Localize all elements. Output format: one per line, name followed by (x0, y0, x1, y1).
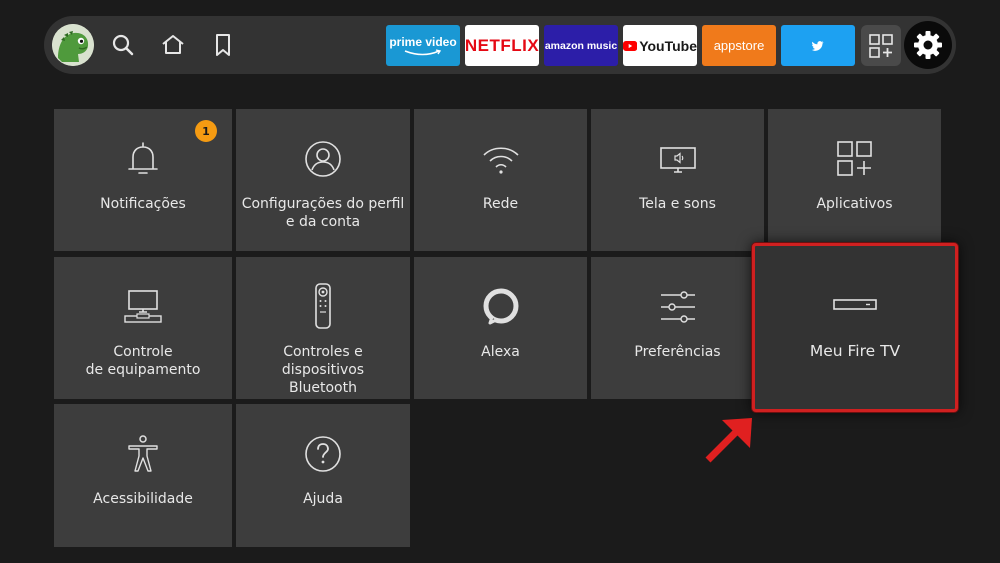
gear-icon (914, 31, 942, 59)
youtube-play-icon (623, 40, 638, 51)
tile-label: Tela e sons (639, 196, 716, 212)
netflix-logo: NETFLIX (465, 35, 539, 55)
prime-video-app[interactable]: prime video (386, 25, 460, 66)
tile-label: Rede (482, 196, 519, 212)
home-icon[interactable] (160, 32, 186, 58)
amazon-music-app[interactable]: amazon music (544, 25, 618, 66)
apps-grid-icon (869, 33, 893, 58)
bookmark-icon[interactable] (210, 32, 236, 58)
apps-icon (836, 141, 872, 176)
tile-label: Aplicativos (816, 196, 893, 212)
tile-preferencias[interactable]: Preferências (591, 257, 764, 399)
appstore-app[interactable]: appstore (702, 25, 776, 66)
tile-label: Controle de equipamento (85, 344, 201, 378)
notification-badge: 1 (195, 120, 217, 142)
tile-label: Preferências (634, 344, 721, 360)
youtube-logo: YouTube (639, 37, 697, 54)
sliders-icon (660, 291, 695, 323)
tile-notificacoes[interactable]: 1 Notificações (54, 109, 232, 251)
equipment-control-icon (124, 290, 162, 323)
tile-label: Alexa (481, 344, 520, 360)
all-apps-button[interactable] (861, 25, 901, 66)
red-arrow-annotation (705, 418, 752, 463)
tile-meu-fire-tv[interactable]: Meu Fire TV (752, 243, 958, 412)
tile-ajuda[interactable]: Ajuda (236, 404, 410, 547)
tile-aplicativos[interactable]: Aplicativos (768, 109, 941, 251)
tile-label: Ajuda (303, 491, 343, 507)
profile-avatar[interactable] (52, 24, 94, 66)
search-icon[interactable] (110, 32, 136, 58)
user-profile-icon (305, 141, 341, 177)
youtube-app[interactable]: YouTube (623, 25, 697, 66)
tile-configuracoes-perfil[interactable]: Configurações do perfil e da conta (236, 109, 410, 251)
fire-tv-device-icon (833, 299, 877, 310)
alexa-icon (483, 288, 518, 325)
twitter-app[interactable] (781, 25, 855, 66)
dinosaur-avatar-icon (52, 24, 94, 66)
twitter-bird-icon (812, 40, 824, 51)
tile-label: Controles e dispositivos Bluetooth (281, 344, 365, 396)
wifi-icon (482, 147, 519, 174)
tile-controle-equipamento[interactable]: Controle de equipamento (54, 257, 232, 399)
tile-tela-e-sons[interactable]: Tela e sons (591, 109, 764, 251)
bell-icon (128, 142, 158, 174)
remote-control-icon (315, 283, 331, 329)
netflix-app[interactable]: NETFLIX (465, 25, 539, 66)
smile-arrow-icon (404, 48, 442, 55)
prime-video-logo: prime video (389, 34, 457, 49)
accessibility-icon (128, 435, 158, 472)
appstore-logo: appstore (713, 38, 765, 53)
tile-controles-bluetooth[interactable]: Controles e dispositivos Bluetooth (236, 257, 410, 399)
tile-alexa[interactable]: Alexa (414, 257, 587, 399)
tv-sound-icon (659, 147, 696, 173)
tile-label: Acessibilidade (93, 491, 193, 507)
settings-button[interactable] (904, 21, 952, 69)
help-question-icon (305, 436, 341, 472)
tile-acessibilidade[interactable]: Acessibilidade (54, 404, 232, 547)
amazon-music-logo: amazon music (544, 39, 618, 52)
tile-label: Notificações (100, 196, 186, 212)
tile-rede[interactable]: Rede (414, 109, 587, 251)
tile-label: Configurações do perfil e da conta (241, 196, 405, 230)
tile-label: Meu Fire TV (809, 342, 901, 360)
